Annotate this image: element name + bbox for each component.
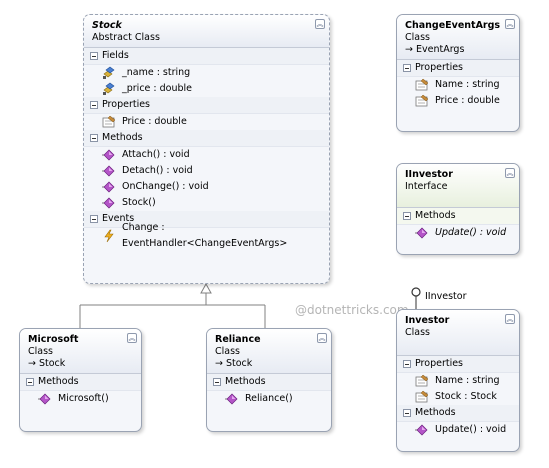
class-title: Investor [405, 315, 450, 326]
section-label: Methods [225, 376, 266, 387]
properties-section[interactable]: Properties [397, 356, 519, 373]
base-class: → EventArgs [405, 44, 465, 55]
section-label: Properties [415, 62, 464, 73]
collapse-icon[interactable]: ︽ [127, 333, 137, 343]
interface-iinvestor[interactable]: IInvestor Interface ︽ Methods Update() :… [396, 163, 520, 255]
interface-title: IInvestor [405, 169, 453, 180]
method-icon [225, 392, 239, 406]
method-item[interactable]: Microsoft() [20, 391, 141, 407]
section-label: Methods [415, 407, 456, 418]
class-subtitle: Class [215, 346, 240, 357]
toggle-icon[interactable] [90, 101, 98, 109]
class-header: Reliance Class → Stock ︽ [207, 329, 331, 374]
class-subtitle: Class [405, 327, 430, 338]
class-reliance[interactable]: Reliance Class → Stock ︽ Methods Relianc… [206, 328, 332, 432]
class-title: ChangeEventArgs [405, 20, 501, 31]
property-item[interactable]: Price : double [84, 114, 329, 130]
class-subtitle: Class [28, 346, 53, 357]
method-icon [415, 226, 429, 240]
property-item[interactable]: Stock : Stock [397, 389, 519, 405]
method-icon [38, 392, 52, 406]
watermark: @dotnettricks.com [295, 303, 409, 317]
section-label: Methods [38, 376, 79, 387]
class-subtitle: Abstract Class [92, 32, 160, 43]
interface-subtitle: Interface [405, 181, 448, 192]
property-item[interactable]: Name : string [397, 77, 519, 93]
methods-section[interactable]: Methods [397, 405, 519, 422]
method-item[interactable]: Reliance() [207, 391, 331, 407]
toggle-icon[interactable] [403, 409, 411, 417]
lollipop-label: IInvestor [425, 291, 467, 302]
collapse-icon[interactable]: ︽ [505, 168, 515, 178]
class-investor[interactable]: Investor Class ︽ Properties Name : strin… [396, 309, 520, 452]
class-title: Reliance [215, 334, 261, 345]
property-icon [415, 94, 429, 108]
toggle-icon[interactable] [403, 360, 411, 368]
property-icon [415, 374, 429, 388]
base-class: → Stock [215, 358, 253, 369]
method-item[interactable]: Detach() : void [84, 163, 329, 179]
section-label: Methods [102, 132, 143, 143]
section-label: Fields [102, 50, 129, 61]
method-icon [415, 423, 429, 437]
method-icon [102, 148, 116, 162]
method-icon [102, 164, 116, 178]
methods-section[interactable]: Methods [207, 374, 331, 391]
collapse-icon[interactable]: ︽ [315, 19, 325, 29]
methods-section[interactable]: Methods [84, 130, 329, 147]
base-class: → Stock [28, 358, 66, 369]
properties-section[interactable]: Properties [84, 97, 329, 114]
toggle-icon[interactable] [90, 215, 98, 223]
field-item[interactable]: _price : double [84, 81, 329, 97]
inheritance-arrow [200, 282, 212, 294]
toggle-icon[interactable] [26, 378, 34, 386]
properties-section[interactable]: Properties [397, 60, 519, 77]
class-change-event-args[interactable]: ChangeEventArgs Class → EventArgs ︽ Prop… [396, 14, 520, 132]
event-item[interactable]: Change : EventHandler<ChangeEventArgs> [84, 222, 329, 249]
event-icon [102, 229, 116, 243]
toggle-icon[interactable] [213, 378, 221, 386]
toggle-icon[interactable] [403, 212, 411, 220]
field-icon [102, 66, 116, 80]
class-title: Microsoft [28, 334, 79, 345]
method-item[interactable]: Attach() : void [84, 147, 329, 163]
method-item[interactable]: Update() : void [397, 422, 519, 438]
property-icon [415, 78, 429, 92]
class-microsoft[interactable]: Microsoft Class → Stock ︽ Methods Micros… [19, 328, 142, 432]
interface-header: IInvestor Interface ︽ [397, 164, 519, 208]
class-header: Investor Class ︽ [397, 310, 519, 356]
toggle-icon[interactable] [90, 52, 98, 60]
property-item[interactable]: Name : string [397, 373, 519, 389]
class-header: ChangeEventArgs Class → EventArgs ︽ [397, 15, 519, 60]
methods-section[interactable]: Methods [20, 374, 141, 391]
property-icon [415, 390, 429, 404]
collapse-icon[interactable]: ︽ [505, 19, 515, 29]
method-item[interactable]: Update() : void [397, 225, 519, 241]
property-icon [102, 115, 116, 129]
section-label: Methods [415, 210, 456, 221]
class-stock[interactable]: Stock Abstract Class ︽ Fields _name : st… [83, 14, 330, 284]
method-item[interactable]: OnChange() : void [84, 179, 329, 195]
method-icon [102, 180, 116, 194]
class-header: Microsoft Class → Stock ︽ [20, 329, 141, 374]
method-item[interactable]: Stock() [84, 195, 329, 211]
toggle-icon[interactable] [90, 134, 98, 142]
method-icon [102, 196, 116, 210]
toggle-icon[interactable] [403, 64, 411, 72]
section-label: Properties [102, 99, 151, 110]
class-subtitle: Class [405, 32, 430, 43]
class-title: Stock [92, 20, 122, 31]
collapse-icon[interactable]: ︽ [317, 333, 327, 343]
interface-lollipop [411, 287, 421, 297]
collapse-icon[interactable]: ︽ [505, 314, 515, 324]
field-item[interactable]: _name : string [84, 65, 329, 81]
methods-section[interactable]: Methods [397, 208, 519, 225]
field-icon [102, 82, 116, 96]
property-item[interactable]: Price : double [397, 93, 519, 109]
class-header: Stock Abstract Class ︽ [84, 15, 329, 48]
fields-section[interactable]: Fields [84, 48, 329, 65]
section-label: Properties [415, 358, 464, 369]
